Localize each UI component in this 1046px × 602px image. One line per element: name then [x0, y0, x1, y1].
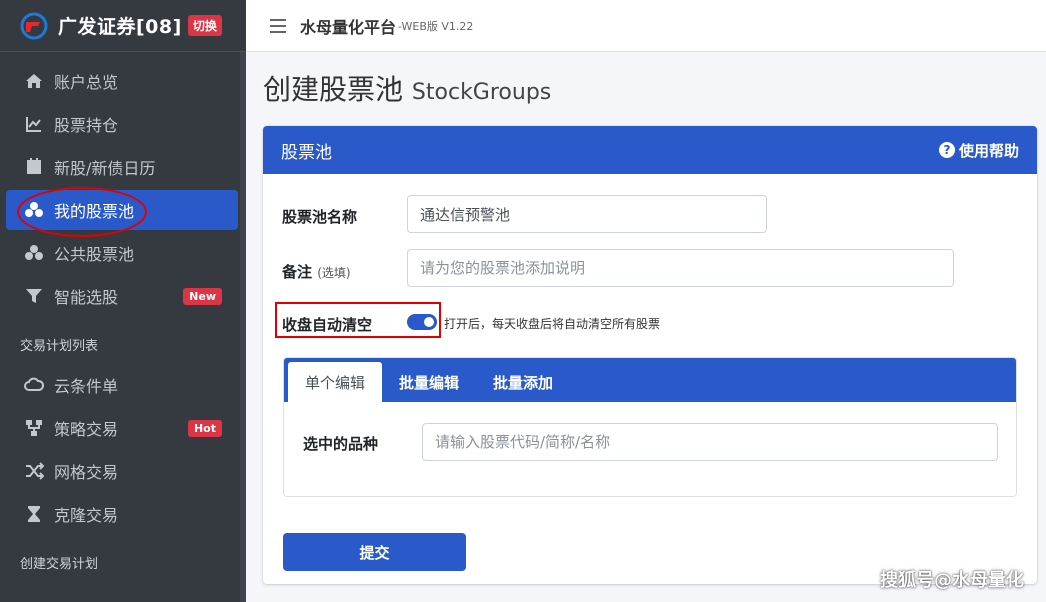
sidebar-item-label: 我的股票池 — [54, 202, 135, 221]
broker-name: 广发证券[08] — [58, 16, 182, 38]
note-label-text: 备注 — [282, 263, 313, 281]
sidebar-item-public-stock-pool[interactable]: 公共股票池 — [6, 233, 238, 273]
hot-badge: Hot — [187, 419, 222, 437]
sidebar-nav: 账户总览 股票持仓 新股/新债日历 我的股票池 公共股票池 智能选股 New 交… — [0, 52, 246, 580]
question-circle-icon: ? — [938, 142, 955, 158]
sidebar-item-label: 策略交易 — [54, 420, 119, 439]
app-version: -WEB版 V1.22 — [398, 19, 474, 33]
pool-name-input[interactable] — [407, 195, 767, 233]
help-link-label: 使用帮助 — [958, 141, 1019, 160]
tab-batch-add[interactable]: 批量添加 — [476, 362, 570, 402]
sidebar-section-header: 交易计划列表 — [20, 339, 99, 354]
sidebar-item-label: 股票持仓 — [54, 116, 119, 135]
page-title-cn: 创建股票池 — [263, 73, 404, 106]
toggle-knob — [424, 317, 434, 327]
sidebar-item-cloud-orders[interactable]: 云条件单 — [6, 365, 238, 405]
brand: 广发证券[08] 切换 — [0, 0, 246, 52]
stock-pool-card: 股票池 ? 使用帮助 股票池名称 备注 (选填) 收盘自动清空 打开后，每天收盘… — [263, 126, 1037, 584]
sidebar-item-label: 新股/新债日历 — [54, 159, 156, 178]
sidebar-item-grid-trading[interactable]: 网格交易 — [6, 451, 238, 491]
symbol-search-input[interactable] — [422, 423, 998, 461]
sidebar-item-account-overview[interactable]: 账户总览 — [6, 61, 238, 101]
menu-toggle-icon[interactable] — [270, 18, 286, 33]
new-badge: New — [183, 287, 222, 305]
filter-icon — [24, 286, 44, 306]
note-input[interactable] — [407, 249, 954, 287]
sidebar-item-label: 公共股票池 — [54, 245, 135, 264]
cubes-icon — [24, 200, 44, 220]
line-chart-icon — [24, 114, 44, 134]
sidebar-item-positions[interactable]: 股票持仓 — [6, 104, 238, 144]
sidebar-item-label: 克隆交易 — [54, 506, 119, 525]
app-title: 水母量化平台 — [300, 17, 397, 37]
note-label: 备注 (选填) — [282, 261, 351, 282]
cloud-icon — [24, 375, 44, 395]
card-title: 股票池 — [281, 142, 332, 163]
sitemap-icon — [24, 418, 44, 438]
sidebar-item-label: 账户总览 — [54, 73, 119, 92]
calendar-icon — [24, 157, 44, 177]
top-navbar: 水母量化平台 -WEB版 V1.22 — [246, 0, 1046, 52]
switch-account-button[interactable]: 切换 — [187, 15, 222, 36]
sidebar-item-strategy-trading[interactable]: 策略交易 Hot — [6, 408, 238, 448]
sidebar-item-clone-trading[interactable]: 克隆交易 — [6, 494, 238, 534]
sidebar: 广发证券[08] 切换 账户总览 股票持仓 新股/新债日历 我的股票池 公共股票… — [0, 0, 246, 602]
sidebar-item-ipo-calendar[interactable]: 新股/新债日历 — [6, 147, 238, 187]
home-icon — [24, 71, 44, 91]
auto-clear-toggle[interactable] — [407, 314, 437, 330]
sidebar-item-my-stock-pool[interactable]: 我的股票池 — [6, 190, 238, 230]
tabs-bar: 单个编辑 批量编辑 批量添加 — [284, 358, 1016, 402]
tab-batch-edit[interactable]: 批量编辑 — [382, 362, 476, 402]
sidebar-item-label: 智能选股 — [54, 288, 119, 307]
cubes-icon — [24, 243, 44, 263]
submit-button[interactable]: 提交 — [283, 533, 466, 571]
selected-symbol-label: 选中的品种 — [303, 435, 379, 453]
sidebar-item-label: 云条件单 — [54, 377, 119, 396]
random-icon — [24, 461, 44, 481]
hourglass-icon — [24, 504, 44, 524]
card-header: 股票池 ? 使用帮助 — [263, 126, 1037, 174]
pool-name-label: 股票池名称 — [282, 208, 358, 226]
broker-logo-icon — [20, 12, 48, 40]
sidebar-section-header: 创建交易计划 — [20, 557, 99, 572]
note-optional-hint: (选填) — [317, 266, 351, 280]
page-title: 创建股票池 StockGroups — [263, 68, 551, 108]
edit-tabs-card: 单个编辑 批量编辑 批量添加 选中的品种 — [283, 357, 1017, 497]
page-title-en: StockGroups — [411, 80, 552, 105]
watermark: 搜狐号@水母量化 — [880, 570, 1024, 591]
sidebar-item-smart-screener[interactable]: 智能选股 New — [6, 276, 238, 316]
sidebar-item-label: 网格交易 — [54, 463, 119, 482]
auto-clear-label: 收盘自动清空 — [282, 316, 373, 334]
tab-single-edit[interactable]: 单个编辑 — [288, 362, 383, 402]
auto-clear-help-text: 打开后，每天收盘后将自动清空所有股票 — [444, 317, 661, 331]
help-link[interactable]: ? 使用帮助 — [938, 140, 1019, 161]
main-content: 创建股票池 StockGroups 股票池 ? 使用帮助 股票池名称 备注 (选… — [246, 52, 1046, 602]
